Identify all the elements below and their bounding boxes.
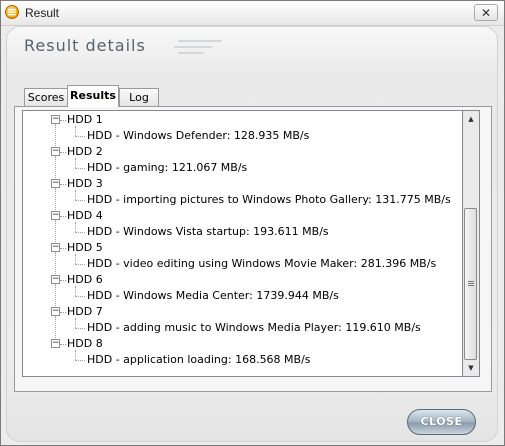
app-menu-icon[interactable] xyxy=(5,5,19,19)
scroll-down-icon[interactable]: ▼ xyxy=(463,360,479,377)
collapse-icon[interactable]: − xyxy=(51,147,60,156)
tree-connector xyxy=(75,328,85,329)
tree-connector xyxy=(55,124,56,148)
tree-node-hdd[interactable]: HDD 6 xyxy=(67,272,103,288)
results-tree[interactable]: − HDD 1 HDD - Windows Defender: 128.935 MB… xyxy=(22,110,463,377)
tree-connector xyxy=(75,126,76,136)
tree-node-hdd[interactable]: HDD 8 xyxy=(67,336,103,352)
tree-connector xyxy=(75,318,76,328)
tree-node-hdd[interactable]: HDD 7 xyxy=(67,304,103,320)
tree-connector xyxy=(60,344,66,345)
tree-connector xyxy=(60,312,66,313)
header-decoration xyxy=(178,52,204,54)
tree-leaf-result[interactable]: HDD - application loading: 168.568 MB/s xyxy=(87,352,311,368)
window-close-button[interactable]: ✕ xyxy=(474,4,498,21)
collapse-icon[interactable]: − xyxy=(51,243,60,252)
window-title: Result xyxy=(25,6,60,20)
tree-connector xyxy=(75,232,85,233)
tab-results[interactable]: Results xyxy=(67,85,119,107)
tree-leaf-result[interactable]: HDD - Windows Media Center: 1739.944 MB/… xyxy=(87,288,339,304)
collapse-icon[interactable]: − xyxy=(51,179,60,188)
tree-connector xyxy=(75,254,76,264)
tree-connector xyxy=(60,216,66,217)
tree-connector xyxy=(60,120,66,121)
tree-connector xyxy=(75,296,85,297)
tree-connector xyxy=(75,190,76,200)
vertical-scrollbar[interactable]: ▲ ▼ xyxy=(463,110,480,377)
scroll-up-icon[interactable]: ▲ xyxy=(463,111,479,128)
tree-leaf-result[interactable]: HDD - adding music to Windows Media Play… xyxy=(87,320,421,336)
tree-connector xyxy=(75,222,76,232)
tree-connector xyxy=(55,220,56,244)
tab-log[interactable]: Log xyxy=(119,88,159,106)
tree-connector xyxy=(75,200,85,201)
tree-connector xyxy=(75,350,76,360)
tree-connector xyxy=(75,264,85,265)
tree-leaf-result[interactable]: HDD - Windows Defender: 128.935 MB/s xyxy=(87,128,309,144)
tab-scores[interactable]: Scores xyxy=(24,88,68,106)
tree-node-hdd[interactable]: HDD 2 xyxy=(67,144,103,160)
scroll-thumb[interactable] xyxy=(464,208,477,360)
tree-leaf-result[interactable]: HDD - importing pictures to Windows Phot… xyxy=(87,192,451,208)
tree-connector xyxy=(75,168,85,169)
tree-node-hdd[interactable]: HDD 4 xyxy=(67,208,103,224)
tree-connector xyxy=(55,284,56,308)
header-decoration xyxy=(178,40,222,42)
tree-connector xyxy=(60,152,66,153)
tree-node-hdd[interactable]: HDD 3 xyxy=(67,176,103,192)
collapse-icon[interactable]: − xyxy=(51,115,60,124)
tree-connector xyxy=(75,360,85,361)
tree-connector xyxy=(60,280,66,281)
collapse-icon[interactable]: − xyxy=(51,339,60,348)
tree-connector xyxy=(55,156,56,180)
header-decoration xyxy=(174,46,212,48)
tree-node-hdd[interactable]: HDD 1 xyxy=(67,112,103,128)
tree-connector xyxy=(55,188,56,212)
tree-connector xyxy=(75,158,76,168)
tree-connector xyxy=(55,316,56,340)
page-title: Result details xyxy=(24,36,146,55)
collapse-icon[interactable]: − xyxy=(51,275,60,284)
tree-connector xyxy=(60,184,66,185)
tree-node-hdd[interactable]: HDD 5 xyxy=(67,240,103,256)
collapse-icon[interactable]: − xyxy=(51,307,60,316)
collapse-icon[interactable]: − xyxy=(51,211,60,220)
tree-connector xyxy=(60,248,66,249)
tree-connector xyxy=(55,252,56,276)
tree-leaf-result[interactable]: HDD - gaming: 121.067 MB/s xyxy=(87,160,247,176)
tree-connector xyxy=(75,286,76,296)
title-bar[interactable]: Result ✕ xyxy=(1,1,504,26)
close-button[interactable]: CLOSE xyxy=(407,409,476,435)
tree-connector xyxy=(75,136,85,137)
tree-leaf-result[interactable]: HDD - Windows Vista startup: 193.611 MB/… xyxy=(87,224,329,240)
tree-leaf-result[interactable]: HDD - video editing using Windows Movie … xyxy=(87,256,436,272)
